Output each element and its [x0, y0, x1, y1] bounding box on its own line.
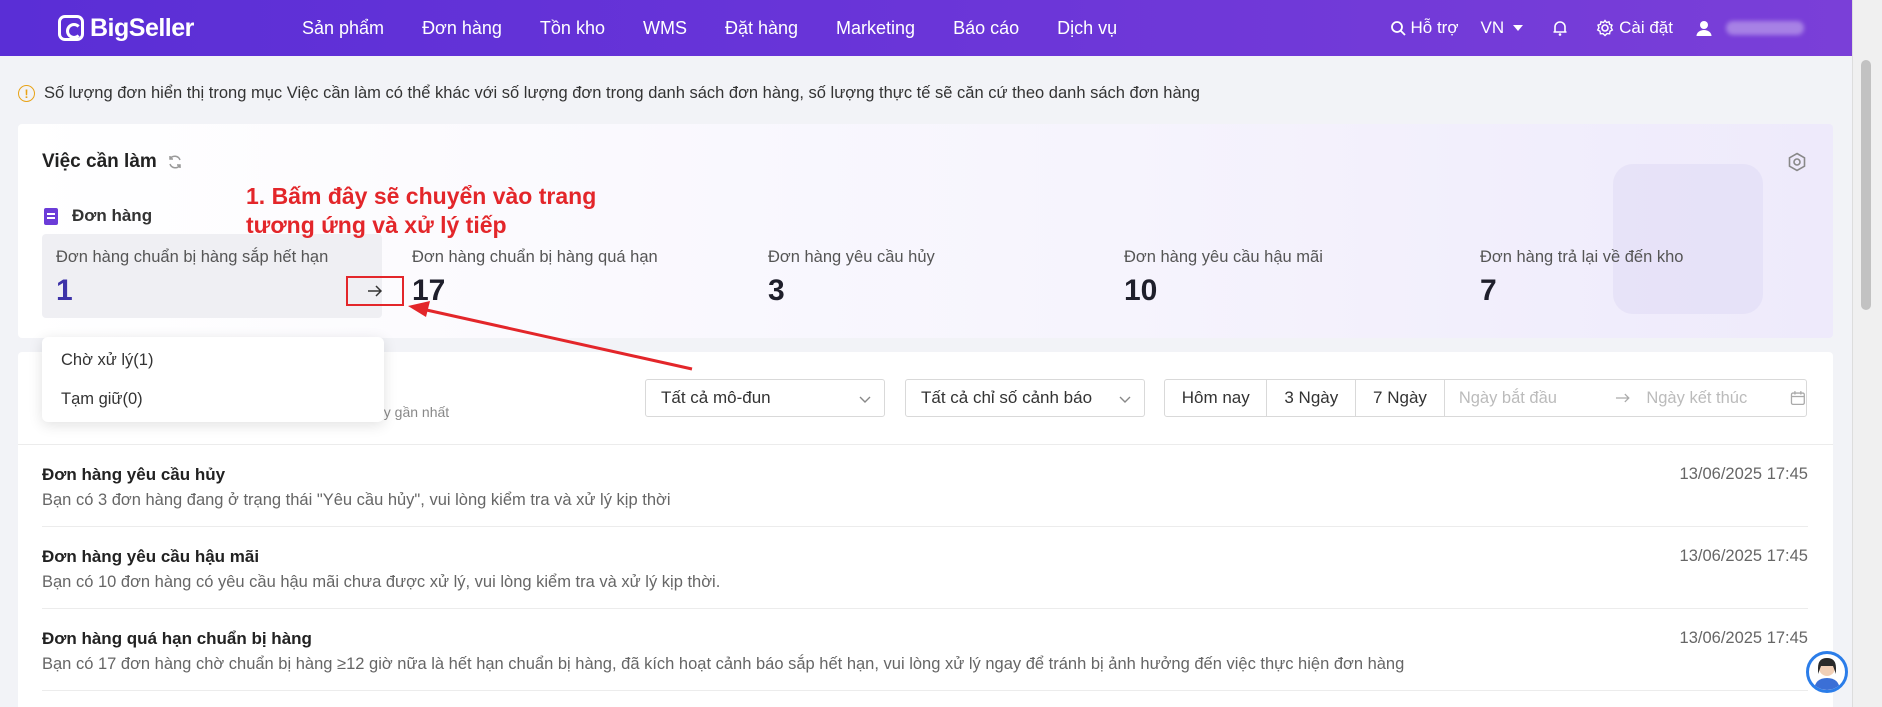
chevron-down-icon	[1119, 396, 1131, 403]
stat-label: Đơn hàng yêu cầu hủy	[768, 248, 935, 266]
nav-item-inventory[interactable]: Tồn kho	[521, 18, 624, 39]
stat-label: Đơn hàng yêu cầu hậu mãi	[1124, 248, 1323, 266]
stat-cancel-request[interactable]: Đơn hàng yêu cầu hủy 3	[754, 234, 1094, 318]
row-title: Đơn hàng yêu cầu hậu mãi	[42, 547, 260, 566]
language-select[interactable]: VN	[1481, 18, 1530, 38]
row-desc: Bạn có 3 đơn hàng đang ở trạng thái "Yêu…	[42, 491, 671, 509]
search-icon	[1390, 21, 1406, 36]
stat-value: 1	[56, 274, 73, 307]
stat-value: 7	[1480, 274, 1497, 307]
stat-after-sales[interactable]: Đơn hàng yêu cầu hậu mãi 10	[1110, 234, 1450, 318]
logo-text: BigSeller	[90, 13, 194, 42]
help-label: Hỗ trợ	[1410, 18, 1459, 37]
notice-text: Số lượng đơn hiển thị trong mục Việc cần…	[44, 84, 1200, 102]
list-item[interactable]: Đơn hàng quá hạn chuẩn bị hàng Bạn có 17…	[42, 609, 1808, 691]
row-title: Đơn hàng quá hạn chuẩn bị hàng	[42, 629, 312, 648]
row-desc: Bạn có 17 đơn hàng chờ chuẩn bị hàng ≥12…	[42, 655, 1405, 673]
nav-item-marketing[interactable]: Marketing	[817, 18, 934, 39]
blurred-username	[1726, 21, 1804, 35]
annotation-text: 1. Bấm đây sẽ chuyển vào trang tương ứng…	[246, 182, 596, 240]
chevron-down-icon	[859, 396, 871, 403]
todo-title-text: Việc cần làm	[42, 151, 157, 172]
range-today[interactable]: Hôm nay	[1165, 380, 1268, 416]
card-settings-icon[interactable]	[1787, 152, 1807, 172]
arrow-right-icon	[368, 285, 383, 297]
settings-label: Cài đặt	[1619, 18, 1673, 37]
end-date-input[interactable]: Ngày kết thúc	[1646, 389, 1784, 408]
calendar-icon	[1791, 391, 1806, 406]
stat-label: Đơn hàng trả lại về đến kho	[1480, 248, 1684, 266]
row-desc: Bạn có 10 đơn hàng có yêu cầu hậu mãi ch…	[42, 573, 721, 591]
caret-down-icon	[1513, 25, 1524, 31]
stat-returned-to-warehouse[interactable]: Đơn hàng trả lại về đến kho 7	[1466, 234, 1806, 318]
module-select-value: Tất cả mô-đun	[661, 388, 771, 407]
todo-title: Việc cần làm	[42, 151, 183, 173]
settings-link[interactable]: Cài đặt	[1596, 18, 1673, 38]
refresh-icon[interactable]	[167, 154, 183, 170]
user-menu[interactable]	[1695, 19, 1804, 37]
nav-item-wms[interactable]: WMS	[624, 18, 706, 39]
alert-select-value: Tất cả chỉ số cảnh báo	[921, 388, 1093, 407]
range-arrow-icon	[1615, 393, 1630, 403]
time-range-hint: ày gần nhất	[376, 404, 450, 420]
annotation-line-1: 1. Bấm đây sẽ chuyển vào trang	[246, 183, 597, 209]
nav-item-purchase[interactable]: Đặt hàng	[706, 18, 817, 39]
annotation-arrow	[408, 301, 693, 371]
warning-icon: !	[18, 85, 35, 102]
module-select[interactable]: Tất cả mô-đun	[645, 379, 885, 417]
document-icon	[44, 207, 58, 225]
range-7-days[interactable]: 7 Ngày	[1356, 380, 1445, 416]
popover-item-pending[interactable]: Chờ xử lý(1)	[61, 351, 153, 370]
list-item[interactable]: Đơn hàng yêu cầu hủy Bạn có 3 đơn hàng đ…	[42, 445, 1808, 527]
top-right-actions: Hỗ trợ VN Cài đặt	[1368, 0, 1804, 56]
info-notice: ! Số lượng đơn hiển thị trong mục Việc c…	[18, 84, 1200, 103]
user-icon	[1696, 21, 1712, 36]
popover-item-on-hold[interactable]: Tạm giữ(0)	[61, 390, 143, 409]
goto-button[interactable]	[346, 276, 404, 306]
page-scrollbar[interactable]	[1852, 0, 1882, 707]
list-item[interactable]: Đơn hàng yêu cầu hậu mãi Bạn có 10 đơn h…	[42, 527, 1808, 609]
main-nav: Sản phẩm Đơn hàng Tồn kho WMS Đặt hàng M…	[283, 18, 1136, 39]
bell-icon	[1553, 21, 1567, 36]
alert-select[interactable]: Tất cả chỉ số cảnh báo	[905, 379, 1145, 417]
annotation-line-2: tương ứng và xử lý tiếp	[246, 212, 507, 238]
nav-item-reports[interactable]: Báo cáo	[934, 18, 1038, 39]
row-time: 13/06/2025 17:45	[1679, 465, 1808, 483]
nav-item-services[interactable]: Dịch vụ	[1038, 18, 1136, 39]
language-label: VN	[1480, 18, 1505, 37]
stat-value: 10	[1124, 274, 1158, 307]
date-range-filter: Hôm nay 3 Ngày 7 Ngày Ngày bắt đầu Ngày …	[1164, 379, 1807, 417]
row-time: 13/06/2025 17:45	[1679, 629, 1808, 647]
top-navbar: BigSeller Sản phẩm Đơn hàng Tồn kho WMS …	[0, 0, 1852, 56]
avatar-icon	[1814, 658, 1840, 690]
support-avatar[interactable]	[1806, 651, 1848, 693]
scrollbar-thumb[interactable]	[1861, 60, 1871, 310]
stat-label: Đơn hàng chuẩn bị hàng quá hạn	[412, 248, 658, 266]
orders-section-label: Đơn hàng	[44, 206, 152, 226]
stat-value: 3	[768, 274, 785, 307]
range-3-days[interactable]: 3 Ngày	[1267, 380, 1357, 416]
stat-label: Đơn hàng chuẩn bị hàng sắp hết hạn	[56, 248, 329, 266]
logo-mark-icon	[58, 15, 84, 41]
gear-icon	[1596, 19, 1614, 37]
nav-item-products[interactable]: Sản phẩm	[283, 18, 403, 39]
stat-expiring-prep[interactable]: Đơn hàng chuẩn bị hàng sắp hết hạn 1	[42, 234, 404, 318]
nav-item-orders[interactable]: Đơn hàng	[403, 18, 521, 39]
section-label-text: Đơn hàng	[72, 206, 153, 225]
start-date-input[interactable]: Ngày bắt đầu	[1459, 389, 1607, 408]
help-link[interactable]: Hỗ trợ	[1390, 18, 1459, 38]
row-title: Đơn hàng yêu cầu hủy	[42, 465, 226, 484]
logo[interactable]: BigSeller	[58, 14, 258, 43]
row-time: 13/06/2025 17:45	[1679, 547, 1808, 565]
status-popover: Chờ xử lý(1) Tạm giữ(0)	[42, 337, 384, 422]
notification-button[interactable]	[1551, 19, 1574, 37]
